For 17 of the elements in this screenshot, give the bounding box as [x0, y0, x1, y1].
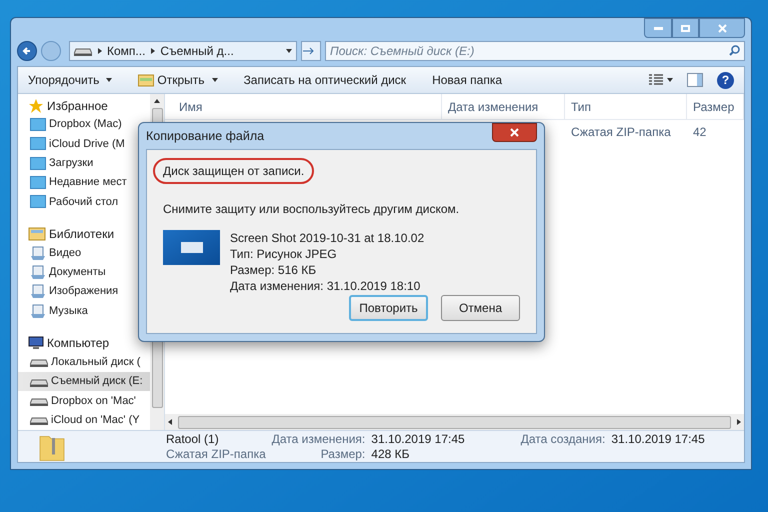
- detail-value: 31.10.2019 17:45: [611, 432, 705, 446]
- file-info: Дата изменения: 31.10.2019 18:10: [230, 278, 422, 294]
- table-cell-text: Сжатая ZIP-папка: [570, 124, 672, 141]
- table-cell-text: 42: [692, 124, 708, 141]
- detail-value: 428 КБ: [371, 447, 410, 461]
- file-info: Тип: Рисунок JPEG: [230, 246, 338, 262]
- file-name: Screen Shot 2019-10-31 at 18.10.02: [230, 230, 424, 246]
- dialog-title: Копирование файла: [146, 128, 264, 145]
- error-message: Диск защищен от записи.: [153, 158, 314, 184]
- file-info: Размер: 516 КБ: [230, 262, 318, 278]
- detail-label: Дата создания:: [520, 432, 606, 446]
- file-type: Сжатая ZIP-папка: [166, 447, 266, 461]
- file-name: Ratool (1): [166, 432, 220, 446]
- instruction-text: Снимите защиту или воспользуйтесь другим диском.: [163, 201, 460, 218]
- detail-value: 31.10.2019 17:45: [371, 432, 465, 446]
- detail-label: Размер:: [320, 447, 366, 461]
- detail-label: Дата изменения:: [272, 432, 366, 446]
